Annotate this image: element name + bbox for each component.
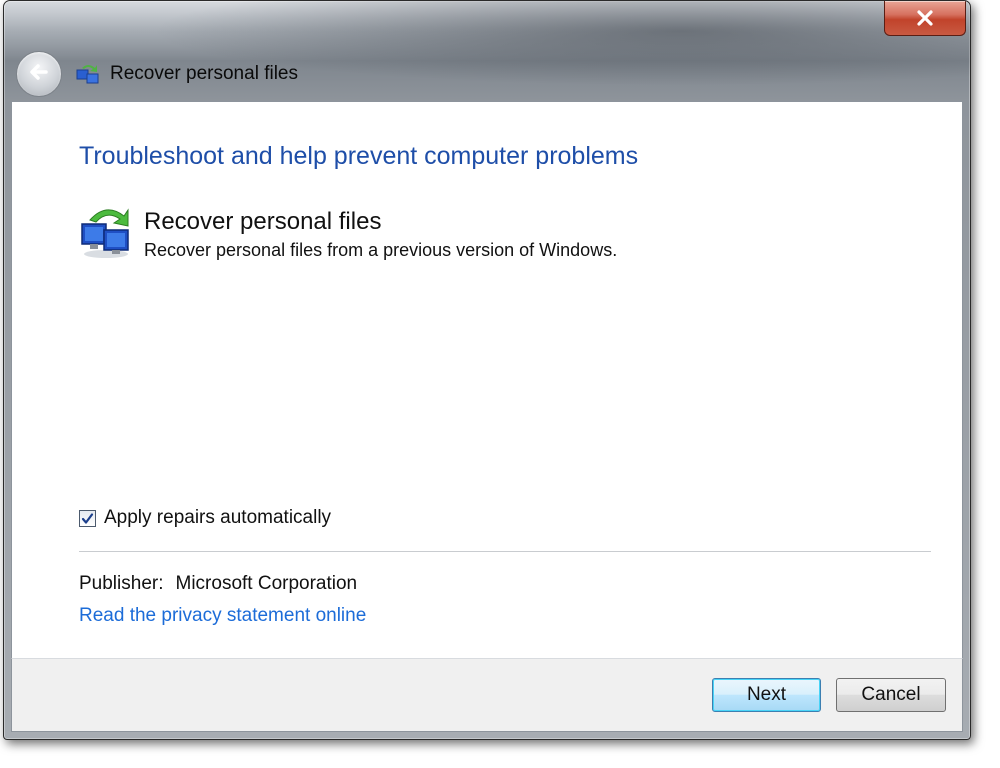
button-bar: Next Cancel <box>11 658 963 732</box>
divider <box>79 551 931 552</box>
content-panel: Troubleshoot and help prevent computer p… <box>11 101 963 659</box>
tool-title: Recover personal files <box>144 208 382 235</box>
publisher-label: Publisher: <box>79 573 164 594</box>
cancel-button[interactable]: Cancel <box>836 678 946 712</box>
troubleshoot-icon <box>74 61 102 89</box>
checkmark-icon <box>81 512 94 524</box>
close-button[interactable] <box>884 1 966 36</box>
network-computers-icon <box>78 202 136 260</box>
publisher-info: Publisher: Microsoft Corporation <box>79 573 357 595</box>
publisher-value: Microsoft Corporation <box>175 573 358 594</box>
apply-repairs-label[interactable]: Apply repairs automatically <box>104 507 331 529</box>
page-heading: Troubleshoot and help prevent computer p… <box>79 142 639 170</box>
title-bar-glass <box>4 1 970 101</box>
apply-repairs-option[interactable]: Apply repairs automatically <box>79 506 331 530</box>
back-arrow-icon <box>26 59 52 90</box>
back-button[interactable] <box>16 51 62 97</box>
dialog-window: Recover personal files Troubleshoot and … <box>3 0 971 740</box>
window-title: Recover personal files <box>110 63 298 84</box>
apply-repairs-checkbox[interactable] <box>79 509 96 527</box>
next-button[interactable]: Next <box>712 678 821 712</box>
privacy-statement-link[interactable]: Read the privacy statement online <box>79 605 366 627</box>
close-icon <box>915 10 935 26</box>
tool-description: Recover personal files from a previous v… <box>144 240 618 260</box>
